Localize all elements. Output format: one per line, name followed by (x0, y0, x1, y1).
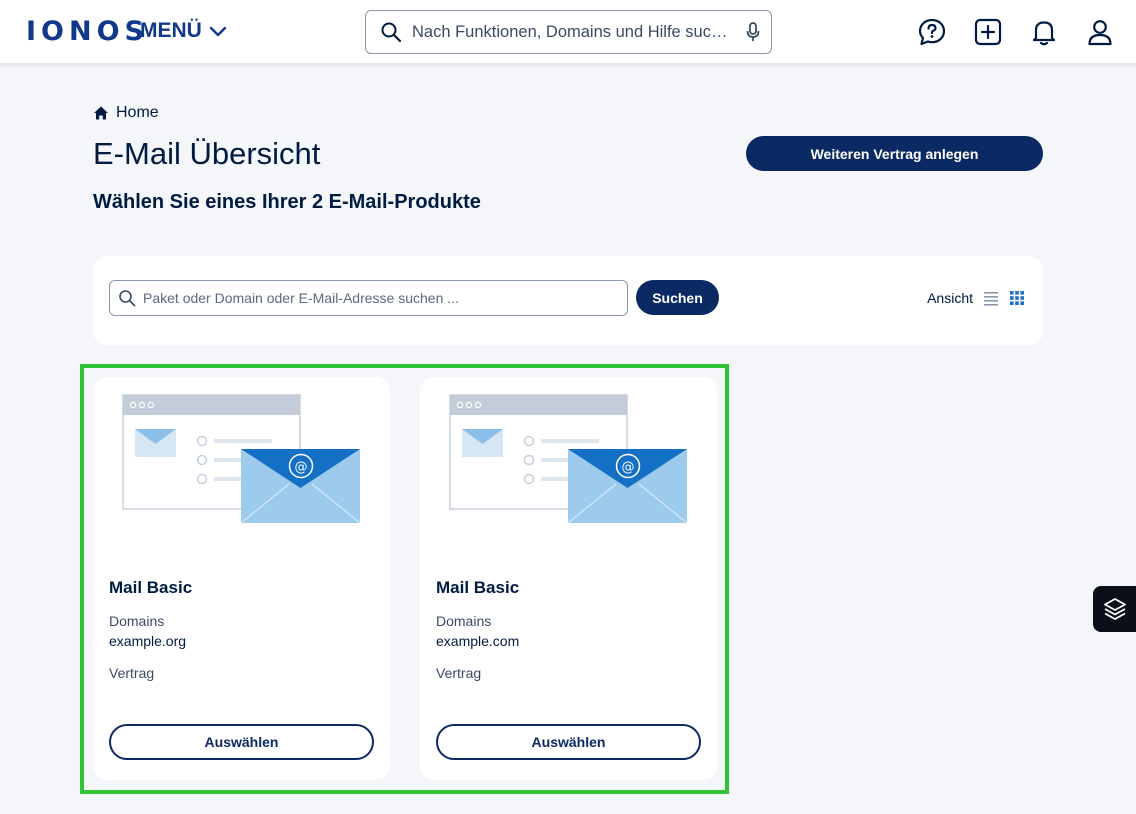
page-subtitle: Wählen Sie eines Ihrer 2 E-Mail-Produkte (93, 191, 481, 213)
product-search-box[interactable] (109, 280, 628, 316)
header-actions (916, 16, 1116, 48)
filter-bar: Suchen Ansicht (93, 256, 1043, 345)
menu-label: MENÜ (140, 19, 202, 42)
contract-label: Vertrag (109, 665, 155, 681)
card-title: Mail Basic (436, 578, 520, 597)
select-button[interactable]: Auswählen (436, 724, 701, 760)
top-navigation-bar: IONOS MENÜ (0, 0, 1136, 64)
domains-label: Domains (109, 613, 165, 629)
ionos-logo[interactable]: IONOS (26, 17, 149, 47)
svg-text:@: @ (295, 460, 308, 475)
chevron-down-icon (209, 26, 227, 37)
home-icon (94, 106, 108, 120)
layers-icon (1103, 598, 1126, 620)
user-icon[interactable] (1084, 16, 1116, 48)
select-button[interactable]: Auswählen (109, 724, 374, 760)
mail-illustration-icon: @ (122, 394, 361, 524)
create-contract-button[interactable]: Weiteren Vertrag anlegen (746, 136, 1043, 171)
add-icon[interactable] (972, 16, 1004, 48)
search-button[interactable]: Suchen (636, 280, 719, 315)
bell-icon[interactable] (1028, 16, 1060, 48)
contract-label: Vertrag (436, 665, 482, 681)
product-card[interactable]: @ Mail Basic Domains example.com Vertrag… (420, 377, 717, 780)
domains-label: Domains (436, 613, 492, 629)
card-title: Mail Basic (109, 578, 193, 597)
search-icon (381, 22, 402, 43)
help-chat-icon[interactable] (916, 16, 948, 48)
search-icon (119, 290, 136, 307)
product-card[interactable]: @ Mail Basic Domains example.org Vertrag… (93, 377, 390, 780)
product-search-input[interactable] (143, 290, 627, 306)
main-menu-button[interactable]: MENÜ (140, 19, 228, 43)
view-toggle: Ansicht (927, 290, 1025, 306)
breadcrumb-home-link[interactable]: Home (116, 104, 159, 122)
global-search-box[interactable] (365, 10, 772, 54)
domain-value: example.org (109, 633, 187, 649)
domain-value: example.com (436, 633, 520, 649)
microphone-icon[interactable] (745, 21, 761, 43)
list-view-icon[interactable] (983, 290, 999, 306)
page-title: E-Mail Übersicht (93, 136, 321, 171)
breadcrumb[interactable]: Home (93, 104, 159, 122)
mail-illustration-icon: @ (449, 394, 688, 524)
global-search-input[interactable] (412, 22, 745, 42)
grid-view-icon[interactable] (1009, 290, 1025, 306)
svg-text:@: @ (622, 460, 635, 475)
floating-assistant-button[interactable] (1093, 586, 1136, 632)
view-label: Ansicht (927, 290, 973, 306)
